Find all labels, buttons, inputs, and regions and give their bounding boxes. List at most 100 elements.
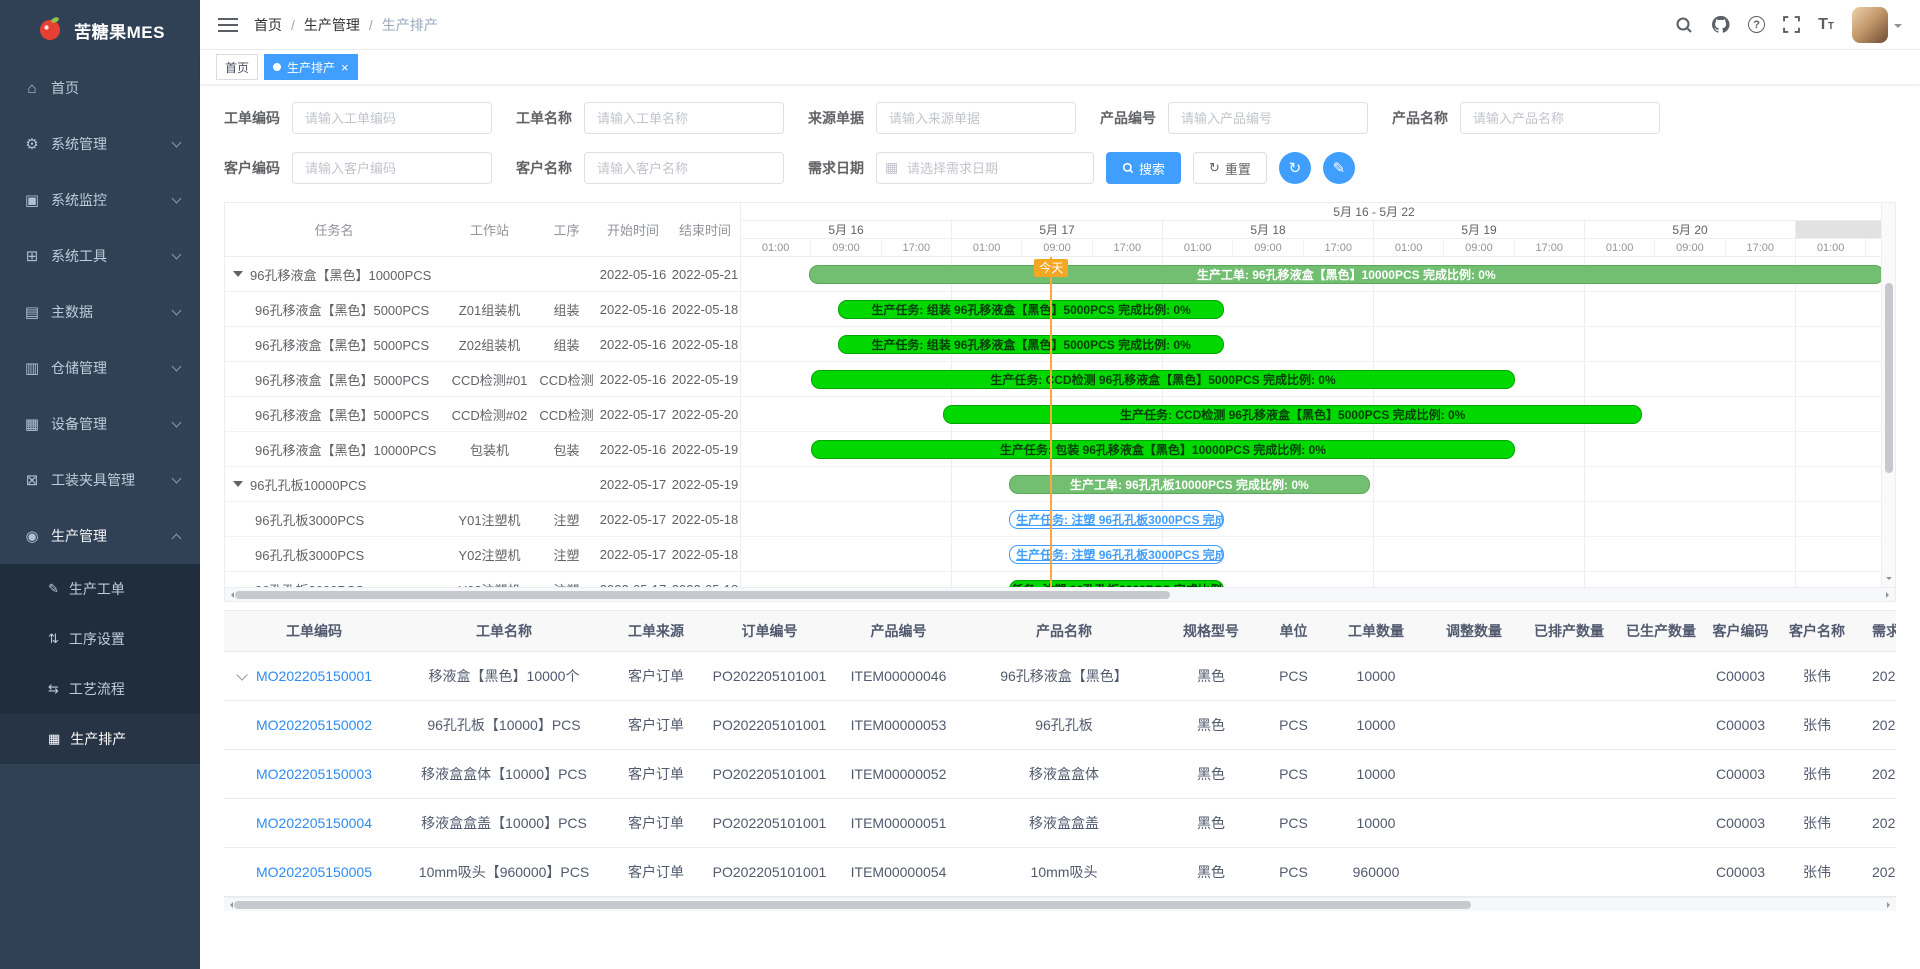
scroll-left-arrow[interactable] — [227, 902, 233, 908]
scroll-right-arrow[interactable] — [1887, 902, 1893, 908]
gantt-task-row[interactable]: 96孔孔板3000PCS Y02注塑机 注塑 2022-05-17 2022-0… — [225, 537, 740, 572]
sidebar-subitem[interactable]: ⇅ 工序设置 — [0, 614, 200, 664]
font-size-icon[interactable]: TT — [1818, 16, 1834, 34]
filter-input[interactable] — [876, 152, 1094, 184]
search-button[interactable]: 搜索 — [1106, 152, 1181, 184]
sidebar-item[interactable]: ▦ 设备管理 — [0, 396, 200, 452]
calendar-icon: ▦ — [885, 159, 898, 176]
user-menu[interactable] — [1852, 7, 1902, 43]
app-logo[interactable]: 苦糖果MES — [0, 0, 200, 60]
gantt-bar[interactable]: 生产任务: 包装 96孔移液盒【黑色】10000PCS 完成比例: 0% — [811, 440, 1514, 459]
gantt-column-header: 工作站 — [443, 220, 536, 239]
filter-input[interactable] — [292, 102, 492, 134]
gantt-bar-row: 生产任务: 注塑 96孔孔板3000PCS 完成比例: 0% — [741, 502, 1881, 537]
chevron-down-icon — [172, 362, 182, 372]
table-row[interactable]: MO202205150004 移液盒盒盖【10000】PCS 客户订单 PO20… — [224, 798, 1896, 847]
help-icon[interactable]: ? — [1748, 16, 1765, 33]
order-link[interactable]: MO202205150001 — [256, 668, 372, 684]
filter-input[interactable] — [292, 152, 492, 184]
order-link[interactable]: MO202205150003 — [256, 766, 372, 782]
sidebar-item[interactable]: ⚙ 系统管理 — [0, 116, 200, 172]
filter-input[interactable] — [876, 102, 1076, 134]
breadcrumb-item[interactable]: 生产管理 — [282, 15, 360, 35]
order-link[interactable]: MO202205150002 — [256, 717, 372, 733]
gantt-task-row[interactable]: 96孔移液盒【黑色】5000PCS CCD检测#01 CCD检测 2022-05… — [225, 362, 740, 397]
sidebar-item[interactable]: ◉ 生产管理 — [0, 508, 200, 564]
sidebar-item[interactable]: ⊞ 系统工具 — [0, 228, 200, 284]
gantt-bar[interactable]: 生产任务: CCD检测 96孔移液盒【黑色】5000PCS 完成比例: 0% — [811, 370, 1514, 389]
edit-button[interactable]: ✎ — [1323, 152, 1355, 184]
sidebar-item[interactable]: ⌂ 首页 — [0, 60, 200, 116]
tab-dot — [273, 63, 281, 71]
scrollbar-thumb[interactable] — [234, 901, 1471, 909]
refresh-button[interactable]: ↻ — [1279, 152, 1311, 184]
sidebar-item[interactable]: ▤ 主数据 — [0, 284, 200, 340]
filter-label: 客户编码 — [224, 158, 280, 178]
fullscreen-icon[interactable] — [1783, 16, 1800, 33]
filter-input[interactable] — [1460, 102, 1660, 134]
sidebar-subitem[interactable]: ⇆ 工艺流程 — [0, 664, 200, 714]
sidebar-menu: ⌂ 首页 ⚙ 系统管理 ▣ 系统监控 ⊞ 系 — [0, 60, 200, 564]
sidebar-item[interactable]: ▣ 系统监控 — [0, 172, 200, 228]
table-row[interactable]: MO202205150002 96孔孔板【10000】PCS 客户订单 PO20… — [224, 700, 1896, 749]
github-icon[interactable] — [1711, 15, 1730, 34]
scrollbar-thumb[interactable] — [235, 591, 1170, 599]
scroll-down-arrow[interactable] — [1886, 577, 1892, 583]
expand-icon[interactable] — [233, 271, 243, 277]
gantt-bar[interactable]: 生产任务: 注塑 96孔孔板3000PCS 完成比例: 0% — [1009, 545, 1224, 564]
breadcrumb: 首页生产管理生产排产 — [254, 15, 438, 35]
sidebar-subitem[interactable]: ✎ 生产工单 — [0, 564, 200, 614]
gantt-task-row[interactable]: 96孔孔板3000PCS Y03注塑机 注塑 2022-05-17 2022-0… — [225, 572, 740, 587]
table-row[interactable]: MO202205150003 移液盒盒体【10000】PCS 客户订单 PO20… — [224, 749, 1896, 798]
tab[interactable]: 首页 — [216, 54, 258, 80]
table-horizontal-scrollbar[interactable] — [224, 897, 1896, 911]
breadcrumb-item[interactable]: 首页 — [254, 15, 282, 35]
reset-button[interactable]: ↻ 重置 — [1193, 152, 1267, 184]
gantt-task-row[interactable]: 96孔孔板10000PCS 2022-05-17 2022-05-19 — [225, 467, 740, 502]
gantt-task-row[interactable]: 96孔移液盒【黑色】5000PCS Z02组装机 组装 2022-05-16 2… — [225, 327, 740, 362]
sidebar-item[interactable]: ⊠ 工装夹具管理 — [0, 452, 200, 508]
scrollbar-thumb[interactable] — [1885, 283, 1893, 473]
gantt-horizontal-scrollbar[interactable] — [225, 587, 1895, 601]
avatar[interactable] — [1852, 7, 1888, 43]
timeline-hour-label: 09:00 — [1866, 239, 1881, 256]
gear-icon: ⚙ — [20, 135, 44, 153]
gantt-task-row[interactable]: 96孔移液盒【黑色】10000PCS 包装机 包装 2022-05-16 202… — [225, 432, 740, 467]
filter-input[interactable] — [584, 102, 784, 134]
tab[interactable]: 生产排产 × — [264, 54, 358, 80]
timeline-hour-label: 09:00 — [1655, 239, 1725, 256]
filter-input[interactable] — [1168, 102, 1368, 134]
scroll-left-arrow[interactable] — [228, 592, 234, 598]
chevron-down-icon — [172, 138, 182, 148]
search-icon[interactable] — [1675, 16, 1693, 34]
gantt-bar[interactable]: 生产任务: 注塑 96孔孔板3000PCS 完成比例: 0% — [1009, 510, 1224, 529]
gantt-bar[interactable]: 生产工单: 96孔移液盒【黑色】10000PCS 完成比例: 0% — [809, 265, 1881, 284]
filter-input[interactable] — [584, 152, 784, 184]
process-settings-icon: ⇅ — [48, 631, 59, 647]
order-link[interactable]: MO202205150004 — [256, 815, 372, 831]
gantt-bar[interactable]: 生产任务: 注塑 96孔孔板3000PCS 完成比例: 0% — [1009, 580, 1224, 587]
gantt-task-row[interactable]: 96孔移液盒【黑色】5000PCS CCD检测#02 CCD检测 2022-05… — [225, 397, 740, 432]
table-row[interactable]: MO202205150005 10mm吸头【960000】PCS 客户订单 PO… — [224, 847, 1896, 896]
gantt-vertical-scrollbar[interactable] — [1881, 203, 1895, 587]
sidebar-subitem[interactable]: ▦ 生产排产 — [0, 714, 200, 764]
gantt-bar[interactable]: 生产任务: 组装 96孔移液盒【黑色】5000PCS 完成比例: 0% — [838, 300, 1225, 319]
expand-icon[interactable] — [236, 669, 247, 680]
gantt-task-row[interactable]: 96孔孔板3000PCS Y01注塑机 注塑 2022-05-17 2022-0… — [225, 502, 740, 537]
table-row[interactable]: MO202205150001 移液盒【黑色】10000个 客户订单 PO2022… — [224, 651, 1896, 700]
sidebar-item[interactable]: ▥ 仓储管理 — [0, 340, 200, 396]
gantt-bar[interactable]: 生产工单: 96孔孔板10000PCS 完成比例: 0% — [1009, 475, 1370, 494]
gantt-bar[interactable]: 生产任务: 组装 96孔移液盒【黑色】5000PCS 完成比例: 0% — [838, 335, 1225, 354]
gantt-column-header: 工序 — [536, 220, 597, 239]
gantt-task-row[interactable]: 96孔移液盒【黑色】10000PCS 2022-05-16 2022-05-21 — [225, 257, 740, 292]
order-link[interactable]: MO202205150005 — [256, 864, 372, 880]
gantt-task-row[interactable]: 96孔移液盒【黑色】5000PCS Z01组装机 组装 2022-05-16 2… — [225, 292, 740, 327]
scroll-right-arrow[interactable] — [1886, 592, 1892, 598]
breadcrumb-item[interactable]: 生产排产 — [360, 15, 438, 35]
hamburger-icon[interactable] — [218, 15, 238, 35]
gantt-bar[interactable]: 生产任务: CCD检测 96孔移液盒【黑色】5000PCS 完成比例: 0% — [943, 405, 1642, 424]
app-title: 苦糖果MES — [74, 18, 165, 43]
close-icon[interactable]: × — [341, 60, 349, 75]
table-column-header: 调整数量 — [1425, 611, 1523, 651]
expand-icon[interactable] — [233, 481, 243, 487]
